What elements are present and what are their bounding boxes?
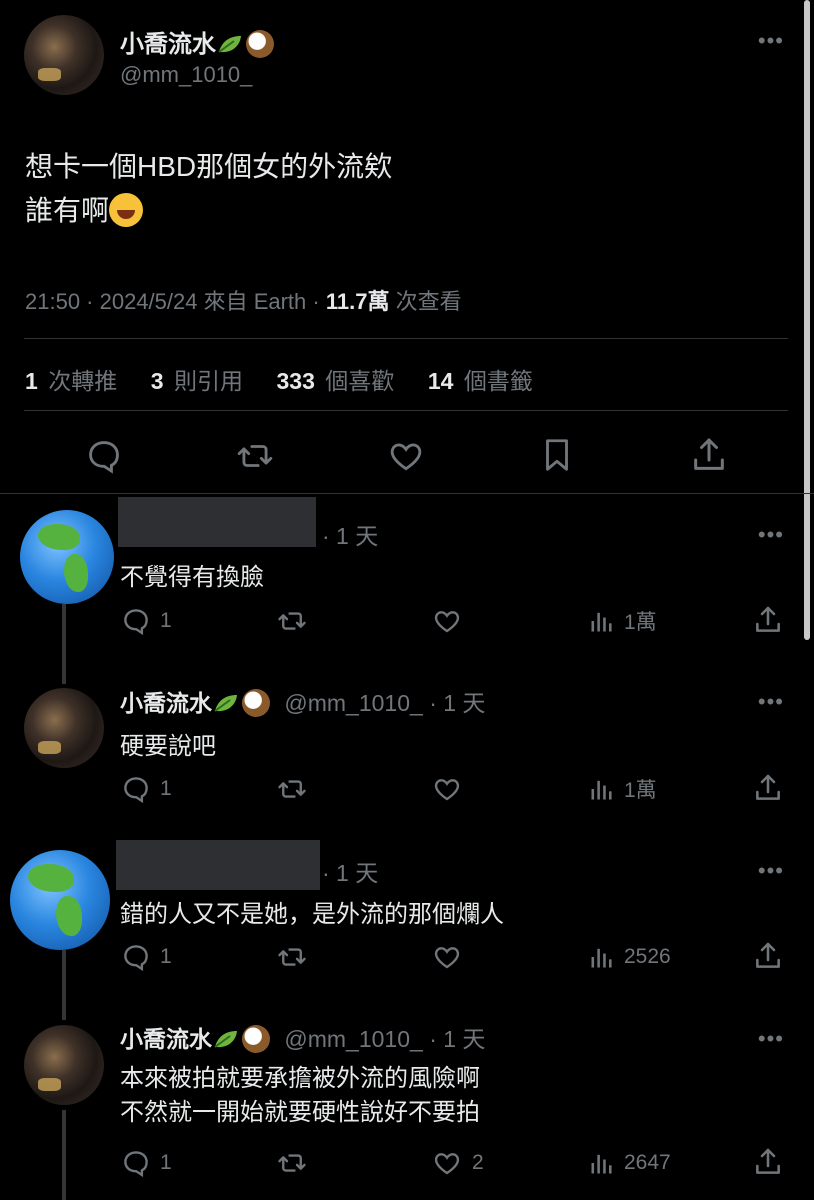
views-count: 11.7萬 <box>325 289 390 314</box>
like-button[interactable] <box>430 774 472 804</box>
reply-time[interactable]: · 1 天 <box>429 690 485 716</box>
reply-button[interactable]: 1 <box>120 606 172 636</box>
retweet-button[interactable] <box>274 606 310 636</box>
divider <box>0 493 814 494</box>
retweet-button[interactable] <box>274 1148 310 1178</box>
stat-retweets[interactable]: 1 次轉推 <box>25 368 121 394</box>
leaf-emoji-icon <box>212 692 240 714</box>
reply-button[interactable]: 1 <box>120 942 172 972</box>
stat-bookmarks[interactable]: 14 個書籤 <box>428 368 537 394</box>
thread-line <box>62 1110 66 1200</box>
reply-time[interactable]: · 1 天 <box>322 517 378 551</box>
views-count: 2647 <box>624 1151 671 1174</box>
redacted-author <box>116 840 320 890</box>
reply-button[interactable]: 1 <box>120 1148 172 1178</box>
tweet-text-line: 誰有啊 <box>25 189 392 233</box>
retweet-button[interactable] <box>274 942 310 972</box>
share-icon[interactable] <box>689 435 729 475</box>
more-options-icon[interactable]: ••• <box>758 524 784 546</box>
views-button[interactable]: 1萬 <box>588 774 657 804</box>
divider <box>24 410 788 411</box>
avatar[interactable] <box>20 510 114 604</box>
reply-text-line: 本來被拍就要承擔被外流的風險啊 <box>120 1065 480 1092</box>
reply-header: 小喬流水 @mm_1010_ · 1 天 <box>120 684 485 718</box>
like-icon[interactable] <box>386 437 426 475</box>
avatar[interactable] <box>24 15 104 95</box>
reply-header: 小喬流水 @mm_1010_ · 1 天 <box>120 1020 485 1054</box>
author-handle[interactable]: @mm_1010_ <box>284 1026 422 1052</box>
thread-line <box>62 950 66 1020</box>
tweet-text: 想卡一個HBD那個女的外流欸 誰有啊 <box>25 145 392 233</box>
share-icon[interactable] <box>752 940 784 972</box>
reply-count: 1 <box>160 609 172 632</box>
divider <box>24 338 788 339</box>
scrollbar[interactable] <box>804 0 810 640</box>
stat-quotes[interactable]: 3 則引用 <box>151 368 247 394</box>
views-button[interactable]: 2526 <box>588 942 671 972</box>
reply-button[interactable]: 1 <box>120 774 172 804</box>
reply-text: 本來被拍就要承擔被外流的風險啊 不然就一開始就要硬性說好不要拍 <box>120 1062 480 1130</box>
views-button[interactable]: 2647 <box>588 1148 671 1178</box>
like-count: 2 <box>472 1151 484 1174</box>
laughing-emoji-icon <box>109 193 144 227</box>
author-handle[interactable]: @mm_1010_ <box>284 690 422 716</box>
views-label: 次查看 <box>395 289 462 314</box>
share-icon[interactable] <box>752 772 784 804</box>
views-count: 2526 <box>624 945 671 968</box>
like-button[interactable]: 2 <box>430 1148 484 1178</box>
reply-time[interactable]: · 1 天 <box>429 1026 485 1052</box>
coconut-emoji-icon <box>242 1025 270 1053</box>
share-icon[interactable] <box>752 604 784 636</box>
leaf-emoji-icon <box>216 33 244 55</box>
share-icon[interactable] <box>752 1146 784 1178</box>
thread-line <box>62 604 66 684</box>
more-options-icon[interactable]: ••• <box>758 30 784 52</box>
retweet-icon[interactable] <box>234 437 276 475</box>
views-count: 1萬 <box>624 611 657 634</box>
more-options-icon[interactable]: ••• <box>758 1028 784 1050</box>
leaf-emoji-icon <box>212 1028 240 1050</box>
timestamp[interactable]: 21:50 · 2024/5/24 來自 Earth · <box>25 289 320 314</box>
engagement-stats: 1 次轉推 3 則引用 333 個喜歡 14 個書籤 <box>25 362 541 396</box>
reply-time[interactable]: · 1 天 <box>322 854 378 888</box>
tweet-meta: 21:50 · 2024/5/24 來自 Earth · 11.7萬 次查看 <box>25 284 462 316</box>
avatar[interactable] <box>10 850 110 950</box>
reply-text-line: 不然就一開始就要硬性說好不要拍 <box>120 1099 480 1126</box>
stat-likes[interactable]: 333 個喜歡 <box>277 368 399 394</box>
more-options-icon[interactable]: ••• <box>758 691 784 713</box>
bookmark-icon[interactable] <box>538 434 576 476</box>
tweet-text-line: 想卡一個HBD那個女的外流欸 <box>25 151 393 182</box>
views-count: 1萬 <box>624 779 657 802</box>
avatar[interactable] <box>24 688 104 768</box>
author-name[interactable]: 小喬流水 <box>120 24 274 59</box>
more-options-icon[interactable]: ••• <box>758 860 784 882</box>
reply-count: 1 <box>160 945 172 968</box>
reply-count: 1 <box>160 777 172 800</box>
display-name[interactable]: 小喬流水 <box>120 1026 212 1052</box>
author-handle[interactable]: @mm_1010_ <box>120 62 252 88</box>
redacted-author <box>118 497 316 547</box>
reply-text: 不覺得有換臉 <box>120 564 264 591</box>
coconut-emoji-icon <box>246 30 274 58</box>
coconut-emoji-icon <box>242 689 270 717</box>
display-name[interactable]: 小喬流水 <box>120 690 212 716</box>
avatar[interactable] <box>24 1025 104 1105</box>
display-name: 小喬流水 <box>120 31 216 58</box>
views-button[interactable]: 1萬 <box>588 606 657 636</box>
reply-text: 硬要說吧 <box>120 733 216 760</box>
reply-icon[interactable] <box>84 437 124 475</box>
retweet-button[interactable] <box>274 774 310 804</box>
reply-text: 錯的人又不是她，是外流的那個爛人 <box>120 901 504 928</box>
reply-count: 1 <box>160 1151 172 1174</box>
like-button[interactable] <box>430 606 472 636</box>
like-button[interactable] <box>430 942 472 972</box>
